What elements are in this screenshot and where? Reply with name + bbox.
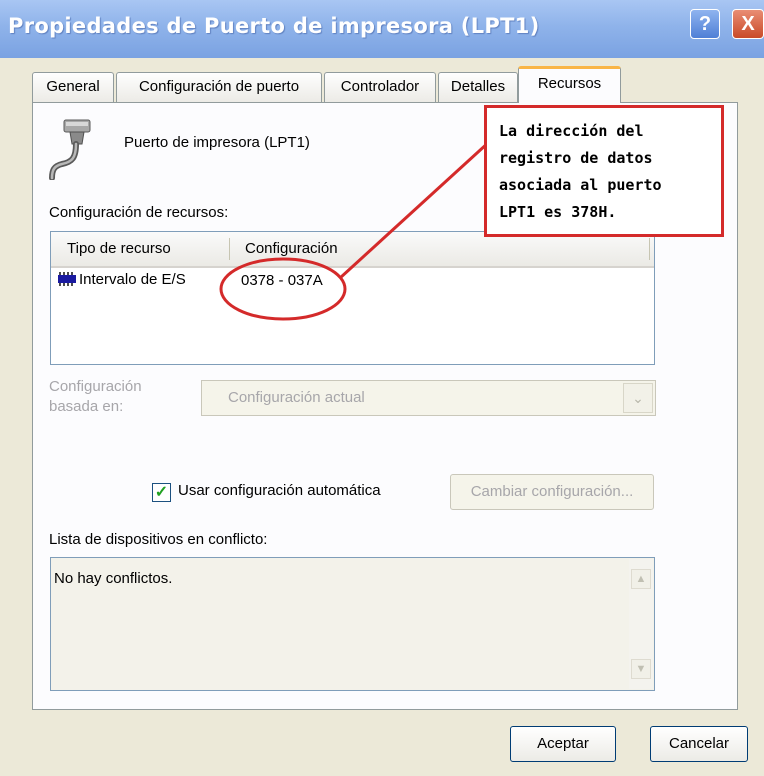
conflict-scrollbar[interactable]: ▲ ▼: [629, 559, 653, 689]
resources-list-header: Tipo de recurso Configuración: [51, 232, 654, 268]
ok-button[interactable]: Aceptar: [510, 726, 616, 762]
close-button[interactable]: X: [732, 9, 764, 39]
tab-resources[interactable]: Recursos: [518, 66, 621, 103]
column-divider[interactable]: [229, 238, 230, 260]
help-button[interactable]: ?: [690, 9, 720, 39]
auto-config-checkbox[interactable]: ✓: [152, 483, 171, 502]
resources-section-label: Configuración de recursos:: [49, 204, 229, 221]
io-range-chip-icon: [57, 272, 77, 287]
based-on-value: Configuración actual: [228, 389, 365, 406]
resource-type-cell: Intervalo de E/S: [79, 270, 186, 288]
annotation-line: asociada al puerto: [499, 176, 662, 194]
based-on-select[interactable]: Configuración actual ⌄: [201, 380, 656, 416]
scroll-down-icon[interactable]: ▼: [631, 659, 651, 679]
auto-config-label[interactable]: Usar configuración automática: [178, 482, 381, 499]
resource-setting-cell: 0378 - 037A: [241, 272, 323, 289]
conflict-list-label: Lista de dispositivos en conflicto:: [49, 531, 268, 548]
resources-list[interactable]: Tipo de recurso Configuración Intervalo …: [50, 231, 655, 365]
annotation-line: La dirección del: [499, 122, 644, 140]
device-name: Puerto de impresora (LPT1): [124, 134, 310, 151]
column-divider[interactable]: [649, 238, 650, 260]
based-on-label: Configuración: [49, 378, 142, 395]
tab-general[interactable]: General: [32, 72, 114, 102]
table-row[interactable]: Intervalo de E/S 0378 - 037A: [57, 270, 323, 294]
column-resource-type[interactable]: Tipo de recurso: [67, 240, 171, 257]
tab-port-settings[interactable]: Configuración de puerto: [116, 72, 322, 102]
tab-details[interactable]: Detalles: [438, 72, 518, 102]
annotation-line: LPT1 es 378H.: [499, 203, 617, 221]
tab-driver[interactable]: Controlador: [324, 72, 436, 102]
chevron-down-icon[interactable]: ⌄: [623, 383, 653, 413]
based-on-label: basada en:: [49, 398, 124, 415]
cancel-button[interactable]: Cancelar: [650, 726, 748, 762]
title-bar[interactable]: Propiedades de Puerto de impresora (LPT1…: [0, 0, 764, 58]
window-title: Propiedades de Puerto de impresora (LPT1…: [8, 14, 540, 38]
printer-port-icon: [46, 118, 102, 181]
annotation-callout: La dirección del registro de datos asoci…: [484, 105, 724, 237]
scroll-up-icon[interactable]: ▲: [631, 569, 651, 589]
conflict-text: No hay conflictos.: [54, 570, 173, 587]
conflict-list[interactable]: No hay conflictos. ▲ ▼: [50, 557, 655, 691]
column-setting[interactable]: Configuración: [245, 240, 338, 257]
change-settings-button[interactable]: Cambiar configuración...: [450, 474, 654, 510]
annotation-line: registro de datos: [499, 149, 653, 167]
properties-dialog: Propiedades de Puerto de impresora (LPT1…: [0, 0, 764, 776]
